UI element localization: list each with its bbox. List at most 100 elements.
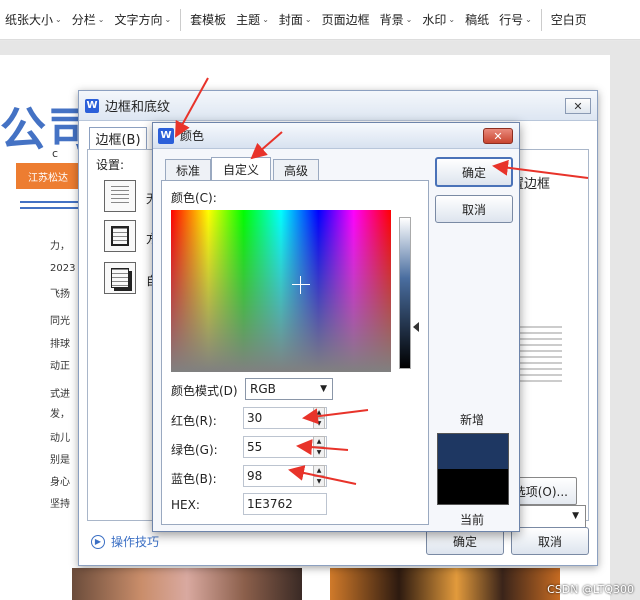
ribbon-item[interactable]: 封面 ⌄ [274, 11, 317, 28]
chevron-down-icon: ⌄ [164, 15, 172, 24]
ribbon-item[interactable]: 空白页 [546, 11, 592, 28]
tab-custom[interactable]: 自定义 [211, 157, 271, 181]
hex-label: HEX: [171, 498, 200, 512]
document-text-line: 别是 [50, 455, 70, 466]
document-letter: c [52, 147, 59, 160]
ribbon-item[interactable]: 页面边框 [317, 11, 375, 28]
document-text-line: 坚持 [50, 499, 70, 510]
chevron-down-icon: ⌄ [525, 15, 532, 24]
ribbon-item-label: 分栏 [71, 13, 96, 27]
color-spectrum[interactable] [171, 210, 391, 372]
setting-custom-icon[interactable] [104, 262, 136, 294]
ribbon-item-label: 稿纸 [465, 13, 490, 27]
document-text-line: 飞扬 [50, 289, 70, 300]
colors-label: 颜色(C): [171, 191, 217, 205]
tab-advanced[interactable]: 高级 [273, 159, 319, 181]
ribbon-item-label: 水印 [422, 13, 447, 27]
document-text-line: 发， [50, 409, 70, 420]
ribbon-item-label: 页面边框 [321, 13, 370, 27]
ribbon-item-label: 纸张大小 [5, 13, 54, 27]
current-color-label: 当前 [460, 513, 485, 527]
ribbon-item[interactable]: 文字方向 ⌄ [109, 11, 176, 28]
new-color-swatch [437, 433, 509, 469]
crosshair-icon[interactable] [292, 276, 310, 294]
chevron-down-icon: ⌄ [448, 15, 456, 24]
ribbon-item[interactable]: 水印 ⌄ [417, 11, 460, 28]
ribbon-separator [540, 8, 542, 31]
close-button[interactable]: ✕ [483, 128, 513, 144]
dialog-title: 边框和底纹 [105, 100, 171, 115]
watermark: CSDN @LTQ300 [547, 583, 634, 596]
blue-rule [20, 201, 78, 203]
document-text-line: 力， [50, 241, 70, 252]
setting-box-icon[interactable] [104, 220, 136, 252]
ribbon-item[interactable]: 行号 ⌄ [494, 11, 537, 28]
ribbon-item[interactable]: 分栏 ⌄ [67, 11, 110, 28]
tips-link[interactable]: ▶ 操作技巧 [91, 533, 159, 550]
green-label: 绿色(G): [171, 443, 218, 457]
blue-stepper[interactable]: ▲ ▼ [313, 465, 325, 487]
ribbon-item-label: 空白页 [550, 13, 587, 27]
close-button[interactable]: ✕ [565, 98, 591, 114]
chevron-down-icon: ⌄ [304, 15, 312, 24]
cancel-button[interactable]: 取消 [435, 195, 513, 223]
dialog-titlebar: W 边框和底纹 [79, 91, 597, 121]
ribbon-item[interactable]: 稿纸 [460, 11, 494, 28]
wps-app-icon: W [85, 98, 99, 113]
setting-none-icon[interactable] [104, 180, 136, 212]
ribbon-item-label: 背景 [379, 13, 404, 27]
document-photo-left [72, 568, 302, 600]
cancel-button[interactable]: 取消 [511, 527, 589, 555]
tab-border[interactable]: 边框(B) [89, 127, 147, 149]
red-label: 红色(R): [171, 414, 217, 428]
play-icon: ▶ [91, 534, 105, 549]
ribbon-item-label: 文字方向 [114, 13, 163, 27]
ribbon-item-label: 主题 [236, 13, 261, 27]
chevron-down-icon: ⌄ [55, 15, 62, 24]
color-mode-value: RGB [250, 382, 276, 396]
color-dialog-titlebar: W 颜色 [153, 123, 519, 149]
new-color-label: 新增 [460, 413, 485, 427]
document-text-line: 2023 [50, 263, 76, 274]
ribbon-item-label: 套模板 [190, 13, 227, 27]
hex-input[interactable]: 1E3762 [243, 493, 327, 515]
settings-label: 设置: [96, 158, 125, 172]
green-stepper[interactable]: ▲ ▼ [313, 436, 325, 458]
document-text-line: 身心 [50, 477, 70, 488]
blue-rule [20, 207, 78, 209]
document-text-line: 动儿 [50, 433, 70, 444]
border-preview [516, 326, 562, 386]
chevron-down-icon: ⌄ [262, 15, 269, 24]
color-mode-label: 颜色模式(D) [171, 384, 238, 398]
wps-app-icon: W [158, 127, 174, 144]
color-mode-select[interactable]: RGB ▼ [245, 378, 333, 400]
color-dialog-title: 颜色 [180, 129, 205, 143]
document-text-line: 同光 [50, 316, 70, 327]
chevron-down-icon: ⌄ [97, 15, 105, 24]
tab-standard[interactable]: 标准 [165, 159, 211, 181]
ribbon-toolbar: 纸张大小 ⌄ 分栏 ⌄ 文字方向 ⌄ 套模板 主题 ⌄ 封面 ⌄ 页面边框 背景 ⌄ 水印 ⌄ 稿纸 行号 ⌄ 空白页 [0, 0, 640, 40]
ribbon-item-label: 封面 [278, 13, 303, 27]
current-color-swatch [437, 469, 509, 505]
ribbon-item[interactable]: 主题 ⌄ [231, 11, 274, 28]
chevron-down-icon: ⌄ [405, 15, 413, 24]
document-text-line: 式进 [50, 389, 70, 400]
ribbon-item[interactable]: 背景 ⌄ [375, 11, 418, 28]
ribbon-item[interactable]: 套模板 [185, 11, 231, 28]
chevron-down-icon: ▼ [320, 384, 327, 394]
document-text-line: 动正 [50, 361, 70, 372]
document-photo-right [330, 568, 560, 600]
ribbon-item[interactable]: 纸张大小 ⌄ [0, 11, 67, 28]
document-text-line: 排球 [50, 339, 70, 350]
tips-label: 操作技巧 [111, 535, 160, 549]
color-dialog: W 颜色 ✕ 标准 自定义 高级 颜色(C): 颜色模式(D) RGB ▼ 红色… [152, 122, 520, 532]
blue-label: 蓝色(B): [171, 472, 217, 486]
chevron-down-icon: ▼ [572, 511, 579, 521]
ribbon-separator [180, 8, 182, 31]
ribbon-item-label: 行号 [499, 13, 524, 27]
ok-button[interactable]: 确定 [435, 157, 513, 187]
luminance-slider[interactable] [399, 217, 411, 369]
orange-heading-box: 江苏松达 [16, 163, 80, 189]
slider-arrow-icon[interactable] [413, 322, 419, 332]
red-stepper[interactable]: ▲ ▼ [313, 407, 325, 429]
